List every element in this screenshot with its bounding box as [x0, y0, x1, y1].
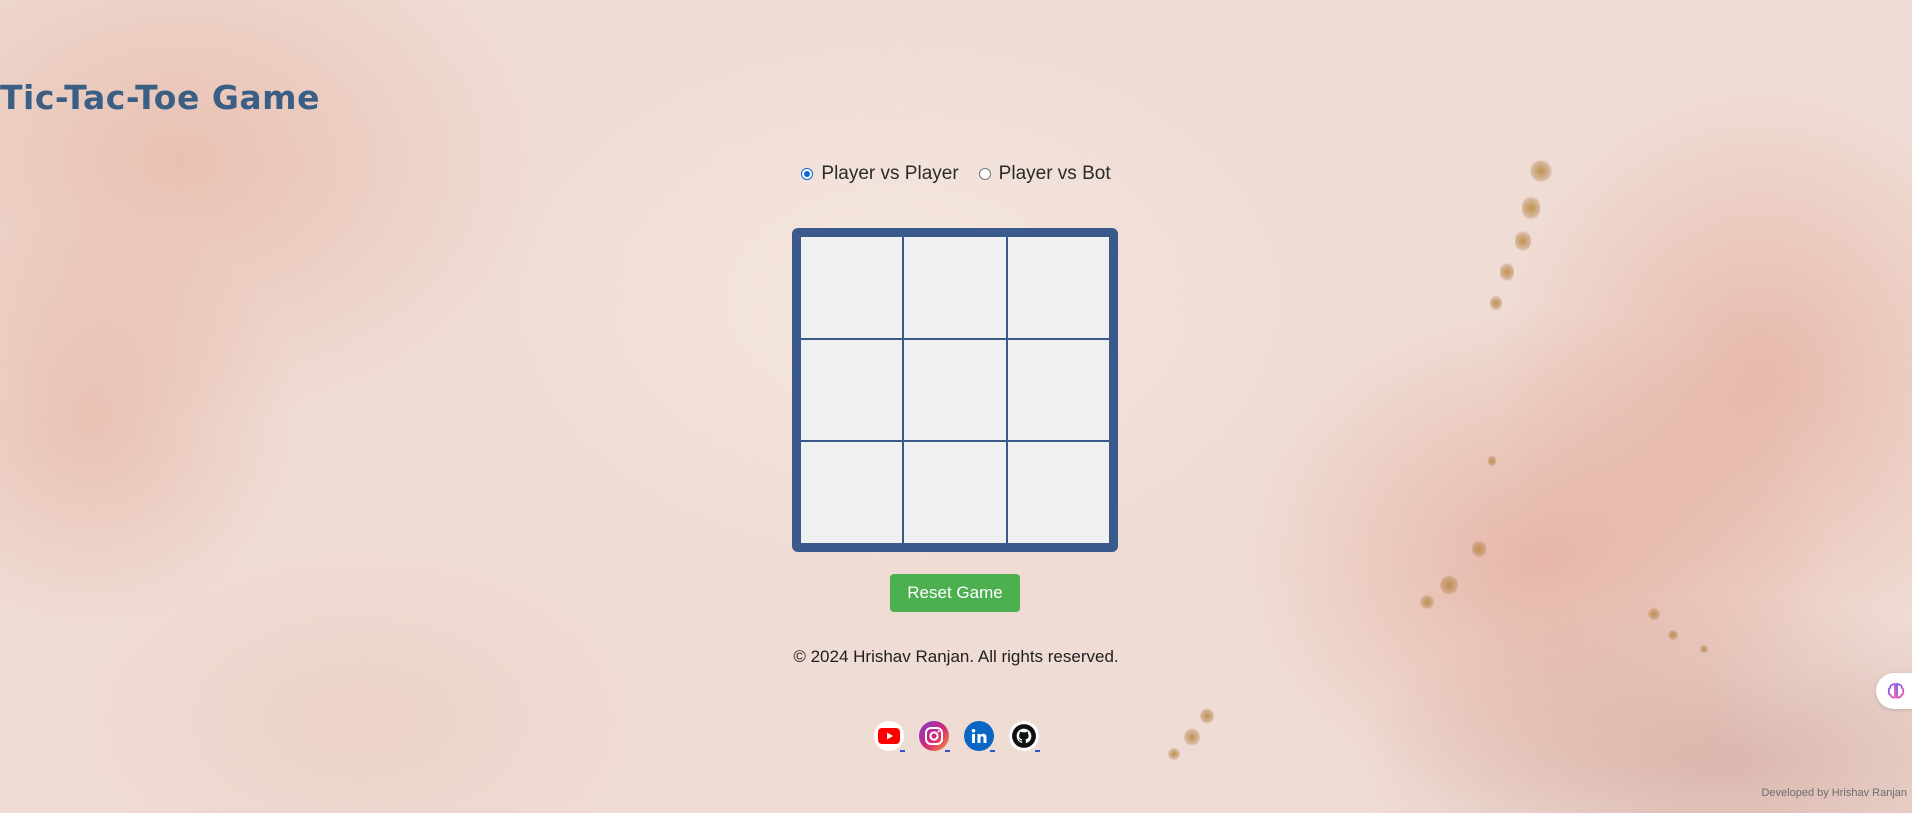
linkedin-link[interactable]	[963, 721, 995, 752]
board-cell-3[interactable]	[1007, 237, 1109, 338]
mode-label-player-vs-bot: Player vs Bot	[998, 163, 1111, 184]
mode-player-vs-bot[interactable]: Player vs Bot	[978, 163, 1111, 185]
mode-label-player-vs-player: Player vs Player	[821, 163, 959, 184]
mode-player-vs-player[interactable]: Player vs Player	[801, 163, 959, 185]
instagram-icon	[924, 727, 943, 745]
floating-widget[interactable]	[1876, 673, 1912, 709]
brain-icon	[1887, 683, 1905, 699]
board-cell-9[interactable]	[1007, 442, 1109, 543]
board-cell-6[interactable]	[1007, 339, 1109, 441]
board-cell-1[interactable]	[801, 237, 903, 338]
board-cell-5[interactable]	[904, 339, 1006, 441]
radio-player-vs-player[interactable]	[801, 168, 814, 180]
reset-game-button[interactable]: Reset Game	[890, 574, 1020, 612]
developer-credit: Developed by Hrishav Ranjan	[1761, 787, 1907, 799]
copyright-text: © 2024 Hrishav Ranjan. All rights reserv…	[793, 647, 1119, 666]
youtube-icon	[877, 728, 900, 744]
youtube-link[interactable]	[873, 721, 905, 752]
instagram-link[interactable]	[918, 721, 950, 752]
github-icon	[1011, 724, 1036, 748]
github-link[interactable]	[1008, 721, 1040, 752]
page-title: Tic-Tac-Toe Game	[0, 78, 320, 117]
social-links	[0, 721, 1912, 752]
board-cell-7[interactable]	[801, 442, 903, 543]
board-cell-4[interactable]	[801, 339, 903, 441]
game-mode-selector: Player vs Player Player vs Bot	[0, 163, 1912, 185]
linkedin-icon	[971, 729, 986, 743]
board-cell-8[interactable]	[904, 442, 1006, 543]
radio-player-vs-bot[interactable]	[978, 168, 991, 180]
board-cell-2[interactable]	[904, 237, 1006, 338]
game-board	[792, 228, 1118, 552]
